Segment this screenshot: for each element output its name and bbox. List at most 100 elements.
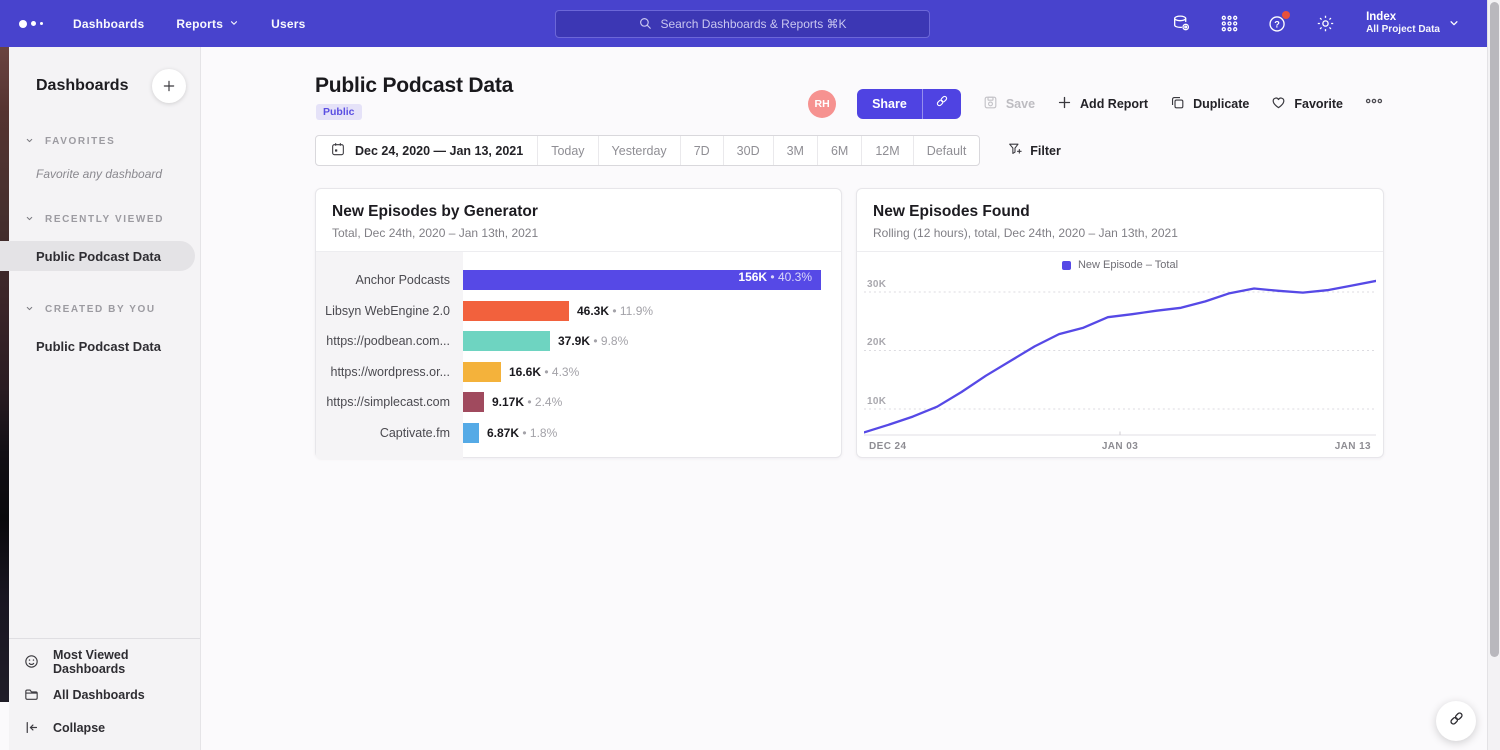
- link-icon: [1447, 709, 1466, 733]
- report-card-new-episodes-by-generator[interactable]: New Episodes by Generator Total, Dec 24t…: [315, 188, 842, 458]
- preset-3m[interactable]: 3M: [773, 136, 817, 165]
- line-chart-plot: 30K 20K 10K: [864, 278, 1376, 436]
- chevron-down-icon: [229, 17, 239, 31]
- apps-grid-icon[interactable]: [1219, 13, 1240, 34]
- preset-6m[interactable]: 6M: [817, 136, 861, 165]
- data-manager-icon[interactable]: [1171, 13, 1192, 34]
- navbar-right-cluster: ? Index All Project Data: [1171, 0, 1459, 47]
- nav-item-label: Reports: [176, 17, 223, 31]
- nav-item-users[interactable]: Users: [271, 17, 305, 31]
- sidebar-section-label: RECENTLY VIEWED: [45, 214, 164, 225]
- share-link-button[interactable]: [922, 89, 961, 119]
- y-tick-20k: 20K: [867, 337, 886, 348]
- sidebar-item-public-podcast-data[interactable]: Public Podcast Data: [0, 241, 195, 271]
- scrollbar-thumb[interactable]: [1490, 2, 1499, 657]
- footer-item-label: All Dashboards: [53, 688, 145, 702]
- x-tick-dec24: DEC 24: [869, 441, 906, 452]
- bar-category-label: Anchor Podcasts: [316, 273, 463, 287]
- bar-segment[interactable]: [463, 362, 501, 382]
- date-toolbar: Dec 24, 2020 — Jan 13, 2021 TodayYesterd…: [315, 135, 1061, 166]
- link-icon: [934, 93, 950, 114]
- bar-value-label: 16.6K • 4.3%: [509, 365, 579, 379]
- bar-row: https://wordpress.or...16.6K • 4.3%: [316, 357, 841, 388]
- bar-row: https://podbean.com...37.9K • 9.8%: [316, 326, 841, 357]
- share-split-button: Share: [857, 89, 961, 119]
- visibility-badge: Public: [316, 104, 362, 120]
- sidebar: Dashboards FAVORITESFavorite any dashboa…: [9, 47, 201, 750]
- chevron-down-icon: [25, 132, 34, 150]
- app-logo-icon[interactable]: [19, 20, 43, 28]
- sidebar-section-header[interactable]: RECENTLY VIEWED: [9, 210, 200, 228]
- bar-track: 6.87K • 1.8%: [463, 423, 841, 443]
- chart-legend: New Episode – Total: [857, 252, 1383, 278]
- bar-segment[interactable]: [463, 301, 569, 321]
- preset-12m[interactable]: 12M: [861, 136, 912, 165]
- duplicate-button[interactable]: Duplicate: [1169, 94, 1249, 114]
- preset-today[interactable]: Today: [537, 136, 597, 165]
- sidebar-section-label: FAVORITES: [45, 136, 115, 147]
- global-search-input[interactable]: Search Dashboards & Reports ⌘K: [555, 10, 930, 38]
- copy-link-fab[interactable]: [1436, 701, 1476, 741]
- project-name: Index: [1366, 10, 1440, 24]
- project-switcher[interactable]: Index All Project Data: [1366, 10, 1459, 37]
- bar-value-label: 6.87K • 1.8%: [487, 426, 557, 440]
- add-report-button[interactable]: Add Report: [1056, 94, 1148, 114]
- card-header: New Episodes by Generator Total, Dec 24t…: [316, 189, 841, 252]
- preset-yesterday[interactable]: Yesterday: [598, 136, 680, 165]
- sidebar-footer: Most Viewed Dashboards All Dashboards Coll…: [9, 645, 200, 744]
- date-range-picker[interactable]: Dec 24, 2020 — Jan 13, 2021: [316, 136, 537, 165]
- nav-item-label: Dashboards: [73, 17, 144, 31]
- nav-item-reports[interactable]: Reports: [176, 17, 239, 31]
- page-scrollbar[interactable]: [1487, 0, 1500, 750]
- svg-text:?: ?: [1274, 19, 1280, 29]
- sidebar-section-label: CREATED BY YOU: [45, 304, 156, 315]
- share-button[interactable]: Share: [857, 89, 922, 119]
- bar-row: Captivate.fm6.87K • 1.8%: [316, 418, 841, 449]
- background-edge-strip: [0, 47, 9, 702]
- bar-track: 37.9K • 9.8%: [463, 331, 841, 351]
- filter-button[interactable]: Filter: [1007, 141, 1061, 160]
- bar-segment[interactable]: [463, 331, 550, 351]
- project-scope: All Project Data: [1366, 24, 1440, 37]
- add-dashboard-button[interactable]: [152, 69, 186, 103]
- bar-track: 16.6K • 4.3%: [463, 362, 841, 382]
- card-subtitle: Total, Dec 24th, 2020 – Jan 13th, 2021: [332, 226, 825, 240]
- bar-segment[interactable]: [463, 423, 479, 443]
- nav-item-dashboards[interactable]: Dashboards: [73, 17, 144, 31]
- card-subtitle: Rolling (12 hours), total, Dec 24th, 202…: [873, 226, 1367, 240]
- preset-7d[interactable]: 7D: [680, 136, 723, 165]
- sidebar-footer-all-dashboards[interactable]: All Dashboards: [9, 678, 200, 711]
- bar-segment[interactable]: [463, 392, 484, 412]
- sidebar-section: FAVORITESFavorite any dashboard: [9, 132, 200, 181]
- bar-category-label: https://podbean.com...: [316, 334, 463, 348]
- sidebar-section: RECENTLY VIEWEDPublic Podcast Data: [9, 210, 200, 271]
- report-card-new-episodes-found[interactable]: New Episodes Found Rolling (12 hours), t…: [856, 188, 1384, 458]
- bar-segment[interactable]: 156K • 40.3%: [463, 270, 821, 290]
- sidebar-section-header[interactable]: FAVORITES: [9, 132, 200, 150]
- help-icon[interactable]: ?: [1267, 13, 1288, 34]
- plus-icon: [1056, 94, 1073, 114]
- avatar[interactable]: RH: [808, 90, 836, 118]
- settings-icon[interactable]: [1315, 13, 1336, 34]
- app-window: Dashboards Reports Users Search Dashboards…: [0, 0, 1500, 750]
- preset-default[interactable]: Default: [913, 136, 980, 165]
- chevron-down-icon: [25, 210, 34, 228]
- more-options-button[interactable]: [1364, 91, 1384, 116]
- top-navbar: Dashboards Reports Users Search Dashboards…: [0, 0, 1487, 47]
- bar-value-label: 46.3K • 11.9%: [577, 304, 653, 318]
- favorite-button[interactable]: Favorite: [1270, 94, 1343, 114]
- sidebar-footer-most-viewed-dashboards[interactable]: Most Viewed Dashboards: [9, 645, 200, 678]
- bar-row: Anchor Podcasts 156K • 40.3%: [316, 265, 841, 296]
- preset-30d[interactable]: 30D: [723, 136, 773, 165]
- save-button[interactable]: Save: [982, 94, 1035, 114]
- sidebar-item-public-podcast-data[interactable]: Public Podcast Data: [0, 331, 195, 361]
- y-tick-10k: 10K: [867, 396, 886, 407]
- sidebar-sections: FAVORITESFavorite any dashboard RECENTLY …: [9, 132, 200, 361]
- ellipsis-icon: [1364, 91, 1384, 116]
- bar-track: 46.3K • 11.9%: [463, 301, 841, 321]
- legend-label: New Episode – Total: [1078, 259, 1178, 271]
- sidebar-footer-collapse[interactable]: Collapse: [9, 711, 200, 744]
- bar-value-label: 156K • 40.3%: [738, 270, 812, 284]
- sidebar-divider: [9, 638, 200, 639]
- sidebar-section-header[interactable]: CREATED BY YOU: [9, 300, 200, 318]
